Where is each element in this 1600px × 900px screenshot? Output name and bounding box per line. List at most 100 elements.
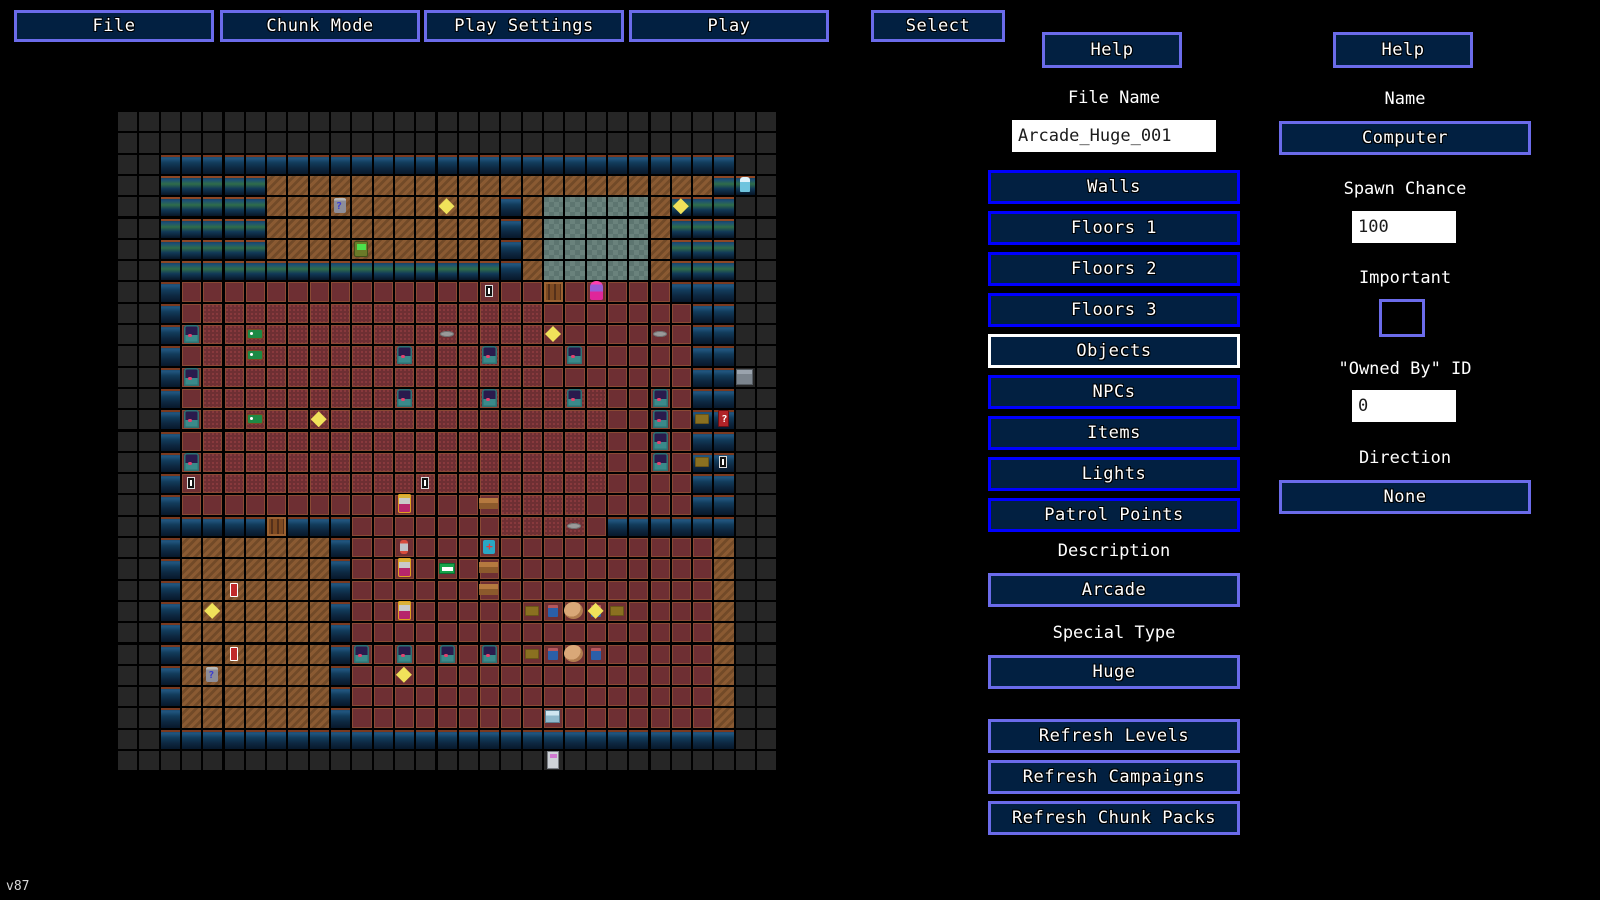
map-tile[interactable] bbox=[628, 345, 649, 366]
map-tile[interactable] bbox=[479, 707, 500, 728]
map-tile[interactable] bbox=[735, 558, 756, 579]
map-tile[interactable] bbox=[607, 494, 628, 515]
map-tile[interactable] bbox=[415, 132, 436, 153]
map-tile[interactable] bbox=[671, 303, 692, 324]
map-tile[interactable] bbox=[351, 473, 372, 494]
map-tile[interactable] bbox=[287, 260, 308, 281]
map-tile[interactable] bbox=[650, 686, 671, 707]
map-tile[interactable] bbox=[650, 601, 671, 622]
map-tile[interactable] bbox=[330, 239, 351, 260]
map-tile[interactable] bbox=[117, 367, 138, 388]
map-tile[interactable] bbox=[522, 367, 543, 388]
map-tile[interactable] bbox=[266, 388, 287, 409]
map-tile[interactable] bbox=[564, 239, 585, 260]
map-tile[interactable] bbox=[628, 558, 649, 579]
map-tile[interactable] bbox=[437, 494, 458, 515]
map-tile[interactable] bbox=[309, 324, 330, 345]
map-tile[interactable] bbox=[458, 494, 479, 515]
map-tile[interactable] bbox=[202, 175, 223, 196]
map-tile[interactable] bbox=[628, 494, 649, 515]
map-tile[interactable] bbox=[735, 324, 756, 345]
map-tile[interactable] bbox=[735, 537, 756, 558]
map-tile[interactable] bbox=[735, 218, 756, 239]
map-tile[interactable] bbox=[287, 644, 308, 665]
map-tile[interactable] bbox=[266, 260, 287, 281]
map-tile[interactable] bbox=[287, 239, 308, 260]
map-tile[interactable] bbox=[266, 218, 287, 239]
map-tile[interactable] bbox=[117, 345, 138, 366]
map-tile[interactable] bbox=[586, 707, 607, 728]
map-tile[interactable] bbox=[543, 644, 564, 665]
map-tile[interactable] bbox=[671, 473, 692, 494]
map-tile[interactable] bbox=[330, 686, 351, 707]
map-tile[interactable] bbox=[394, 473, 415, 494]
map-tile[interactable] bbox=[415, 665, 436, 686]
map-tile[interactable] bbox=[756, 345, 777, 366]
toolbar-button-select[interactable]: Select bbox=[871, 10, 1005, 42]
map-tile[interactable] bbox=[181, 345, 202, 366]
map-tile[interactable] bbox=[458, 175, 479, 196]
map-tile[interactable] bbox=[437, 686, 458, 707]
map-tile[interactable] bbox=[181, 175, 202, 196]
map-tile[interactable] bbox=[756, 665, 777, 686]
category-button-patrol-points[interactable]: Patrol Points bbox=[988, 498, 1240, 532]
map-tile[interactable] bbox=[735, 367, 756, 388]
map-tile[interactable] bbox=[160, 686, 181, 707]
map-tile[interactable] bbox=[607, 431, 628, 452]
map-tile[interactable] bbox=[628, 196, 649, 217]
map-tile[interactable] bbox=[415, 580, 436, 601]
map-tile[interactable] bbox=[564, 558, 585, 579]
map-tile[interactable] bbox=[735, 132, 756, 153]
map-tile[interactable] bbox=[287, 750, 308, 771]
map-tile[interactable] bbox=[650, 154, 671, 175]
map-tile[interactable] bbox=[628, 367, 649, 388]
map-tile[interactable] bbox=[522, 388, 543, 409]
map-tile[interactable] bbox=[713, 729, 734, 750]
map-tile[interactable] bbox=[373, 729, 394, 750]
map-tile[interactable] bbox=[373, 154, 394, 175]
map-tile[interactable] bbox=[671, 218, 692, 239]
map-tile[interactable] bbox=[458, 154, 479, 175]
toolbar-button-play[interactable]: Play bbox=[629, 10, 829, 42]
map-tile[interactable] bbox=[522, 622, 543, 643]
map-tile[interactable] bbox=[181, 111, 202, 132]
map-tile[interactable] bbox=[287, 388, 308, 409]
map-tile[interactable] bbox=[224, 601, 245, 622]
description-button[interactable]: Arcade bbox=[988, 573, 1240, 607]
map-tile[interactable] bbox=[287, 686, 308, 707]
map-tile[interactable] bbox=[756, 750, 777, 771]
map-tile[interactable] bbox=[628, 175, 649, 196]
map-tile[interactable] bbox=[351, 494, 372, 515]
map-tile[interactable] bbox=[160, 665, 181, 686]
map-tile[interactable] bbox=[138, 260, 159, 281]
map-tile[interactable] bbox=[394, 175, 415, 196]
map-tile[interactable] bbox=[500, 154, 521, 175]
map-tile[interactable] bbox=[628, 644, 649, 665]
map-tile[interactable] bbox=[713, 537, 734, 558]
map-tile[interactable] bbox=[479, 281, 500, 302]
map-tile[interactable] bbox=[245, 324, 266, 345]
map-tile[interactable] bbox=[458, 580, 479, 601]
map-tile[interactable] bbox=[373, 452, 394, 473]
map-tile[interactable] bbox=[543, 601, 564, 622]
map-tile[interactable] bbox=[437, 644, 458, 665]
map-tile[interactable] bbox=[138, 303, 159, 324]
map-tile[interactable] bbox=[458, 537, 479, 558]
map-tile[interactable] bbox=[266, 431, 287, 452]
map-tile[interactable] bbox=[735, 260, 756, 281]
map-tile[interactable] bbox=[543, 345, 564, 366]
map-tile[interactable] bbox=[522, 196, 543, 217]
map-tile[interactable] bbox=[330, 537, 351, 558]
map-tile[interactable] bbox=[394, 494, 415, 515]
map-tile[interactable] bbox=[415, 175, 436, 196]
map-tile[interactable] bbox=[245, 558, 266, 579]
map-tile[interactable] bbox=[458, 601, 479, 622]
map-tile[interactable] bbox=[500, 175, 521, 196]
map-tile[interactable] bbox=[287, 601, 308, 622]
map-tile[interactable] bbox=[266, 132, 287, 153]
map-tile[interactable] bbox=[224, 729, 245, 750]
refresh-button-refresh-chunk-packs[interactable]: Refresh Chunk Packs bbox=[988, 801, 1240, 835]
map-tile[interactable] bbox=[756, 260, 777, 281]
map-tile[interactable] bbox=[160, 260, 181, 281]
map-tile[interactable] bbox=[160, 281, 181, 302]
